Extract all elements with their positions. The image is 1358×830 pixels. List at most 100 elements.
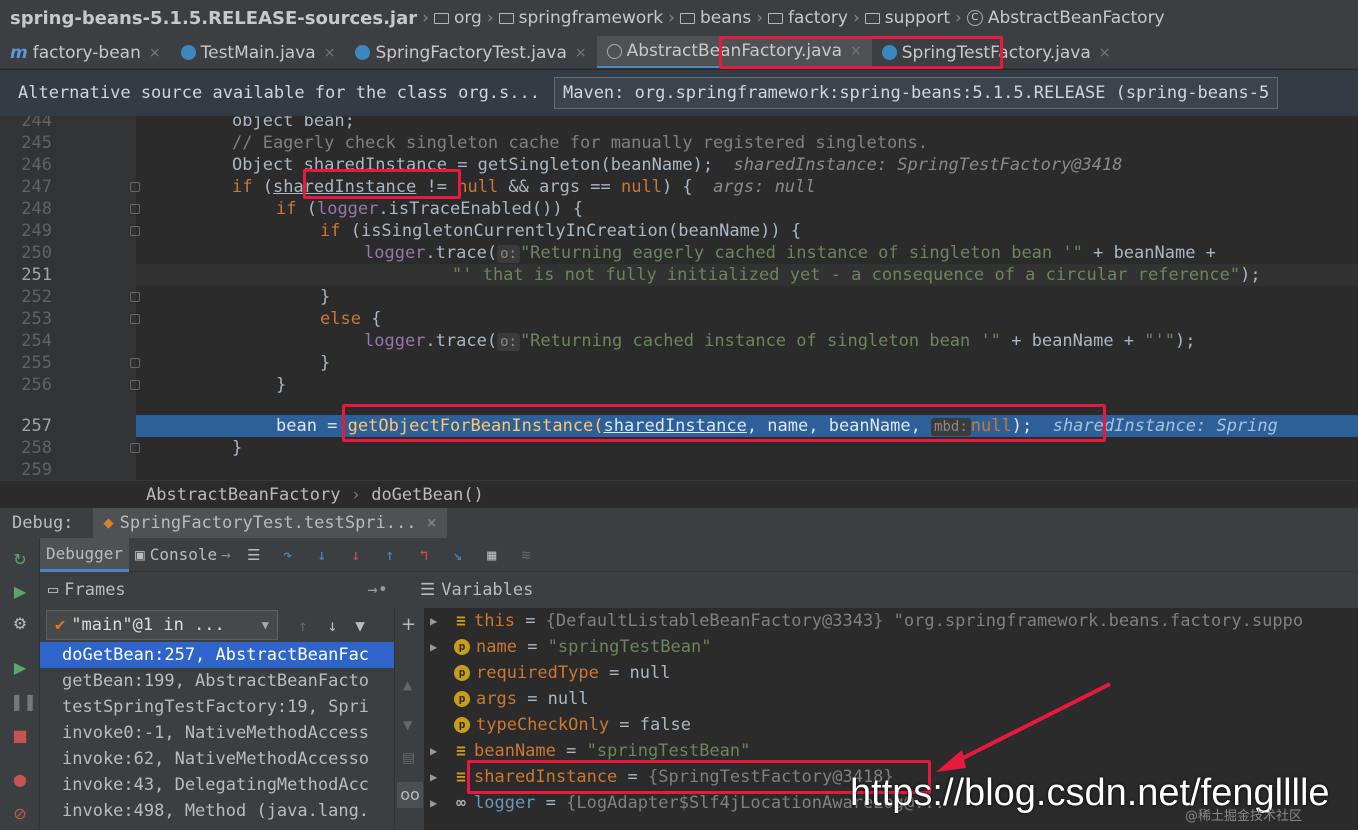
frame-item[interactable]: invoke:498, Method (java.lang.	[40, 798, 394, 824]
class-icon	[355, 45, 371, 60]
fold-icon[interactable]	[130, 358, 140, 368]
fold-icon[interactable]	[130, 292, 140, 302]
breadcrumb-class[interactable]: C AbstractBeanFactory	[966, 8, 1165, 28]
editor-tabs: m factory-bean × TestMain.java × SpringFact…	[0, 36, 1358, 69]
abstract-class-icon: C	[966, 10, 983, 26]
fold-icon[interactable]	[130, 204, 140, 214]
tab-factory-bean[interactable]: m factory-bean ×	[0, 36, 171, 68]
fold-icon[interactable]	[130, 380, 140, 390]
add-watch-icon[interactable]: +	[401, 614, 416, 635]
close-icon[interactable]: ×	[575, 45, 587, 61]
code-line: 248 if (logger.isTraceEnabled()) {	[21, 199, 584, 219]
parameter-icon: p	[454, 639, 470, 655]
fold-icon[interactable]	[130, 443, 140, 453]
annotation-box	[719, 36, 1003, 69]
parameter-icon: p	[454, 665, 470, 681]
breadcrumb-springframework[interactable]: springframework	[498, 8, 663, 28]
close-icon[interactable]: ×	[426, 513, 436, 533]
force-step-into-icon[interactable]: ↓	[345, 544, 367, 566]
view-breakpoints-icon[interactable]: ●	[10, 770, 30, 790]
pin-icon[interactable]: →•	[368, 580, 388, 600]
stop-icon[interactable]: ■	[10, 726, 30, 746]
frame-item[interactable]: testSpringTestFactory:19, Spri	[40, 694, 394, 720]
fold-icon[interactable]	[130, 182, 140, 192]
console-icon: ▣	[135, 545, 145, 564]
fold-icon[interactable]	[130, 226, 140, 236]
pin-icon: →	[221, 545, 231, 564]
copy-icon[interactable]: ▤	[402, 750, 415, 766]
field-icon: ≡	[456, 767, 466, 786]
folder-icon	[433, 12, 449, 24]
variable-row[interactable]: p args = null	[454, 686, 589, 712]
frame-item[interactable]: getBean:199, AbstractBeanFacto	[40, 668, 394, 694]
frames-icon: ▭	[48, 580, 59, 600]
rerun-icon[interactable]: ↻	[10, 550, 30, 570]
close-icon[interactable]: ×	[324, 45, 336, 61]
filter-icon[interactable]: ▼	[355, 616, 365, 635]
frame-item[interactable]: invoke:62, NativeMethodAccesso	[40, 746, 394, 772]
evaluate-expression-icon[interactable]: ▦	[481, 544, 503, 566]
code-line: 250 logger.trace(o: "Returning eagerly cac…	[21, 243, 1216, 263]
code-line: 255}	[21, 353, 331, 373]
variable-row[interactable]: ▶ p name = "springTestBean"	[430, 634, 711, 660]
next-frame-icon[interactable]: ↓	[328, 616, 338, 635]
menu-icon[interactable]: ☰	[243, 544, 265, 566]
source-select[interactable]: Maven: org.springframework:spring-beans:…	[553, 77, 1279, 109]
code-line: 254 logger.trace(o: "Returning cached inst…	[21, 331, 1196, 351]
tab-springfactorytest[interactable]: SpringFactoryTest.java ×	[345, 36, 596, 68]
code-line: 252}	[21, 287, 331, 307]
tab-testmain[interactable]: TestMain.java ×	[171, 36, 346, 68]
variable-row[interactable]: p requiredType = null	[454, 660, 671, 686]
glasses-icon[interactable]: oo	[397, 782, 423, 808]
thread-select[interactable]: ✔ "main"@1 in ... ▼	[46, 610, 278, 640]
breadcrumb-separator: ›	[422, 8, 429, 28]
step-into-icon[interactable]: ↓	[311, 544, 333, 566]
tab-debugger[interactable]: Debugger	[40, 537, 130, 572]
frame-item[interactable]: invoke0:-1, NativeMethodAccess	[40, 720, 394, 746]
breadcrumb-beans[interactable]: beans	[679, 8, 751, 28]
move-down-icon[interactable]: ▼	[403, 718, 412, 732]
folder-icon	[864, 12, 880, 24]
pause-icon[interactable]: ❚❚	[10, 692, 37, 712]
variables-side-toolbar: + ▲ ▼ ▤ oo	[394, 608, 424, 830]
breadcrumb-support[interactable]: support	[864, 8, 950, 28]
move-up-icon[interactable]: ▲	[403, 678, 412, 692]
breadcrumb-factory[interactable]: factory	[768, 8, 848, 28]
editor-breadcrumb: AbstractBeanFactory › doGetBean()	[0, 480, 1358, 508]
debug-session-tab[interactable]: ◆ SpringFactoryTest.testSpri... ×	[93, 508, 447, 538]
folder-icon	[679, 12, 695, 24]
nav-method[interactable]: doGetBean()	[371, 485, 484, 505]
variable-row[interactable]: ▶ ≡ this = {DefaultListableBeanFactory@334…	[430, 608, 1303, 634]
variables-icon: ☰	[420, 580, 436, 600]
close-icon[interactable]: ×	[1099, 45, 1111, 61]
mute-breakpoints-icon[interactable]: ⊘	[10, 804, 30, 824]
frames-header: ▭ Frames →•	[48, 580, 388, 600]
tab-console[interactable]: ▣ Console →	[129, 538, 237, 572]
code-line: 245// Eagerly check singleton cache for …	[21, 133, 928, 153]
step-over-icon[interactable]: ↷	[277, 544, 299, 566]
settings-icon[interactable]: ⚙	[10, 614, 30, 634]
resume-program-icon[interactable]: ▶	[10, 658, 30, 678]
frames-panel: ▭ Frames →• ✔ "main"@1 in ... ▼ ↑ ↓ ▼ do…	[40, 572, 394, 830]
code-line: 253 else {	[21, 309, 382, 329]
variable-row[interactable]: p typeCheckOnly = false	[454, 712, 691, 738]
variables-header: ☰ Variables	[394, 572, 1358, 608]
step-out-icon[interactable]: ↑	[379, 544, 401, 566]
trace-icon[interactable]: ≋	[515, 544, 537, 566]
nav-class[interactable]: AbstractBeanFactory	[146, 485, 340, 505]
breadcrumb-org[interactable]: org	[433, 8, 482, 28]
frame-item[interactable]: invoke:43, DelegatingMethodAcc	[40, 772, 394, 798]
fold-icon[interactable]	[130, 314, 140, 324]
code-line: 249 if (isSingletonCurrentlyInCreation(be…	[21, 221, 802, 241]
breadcrumb-jar[interactable]: spring-beans-5.1.5.RELEASE-sources.jar	[10, 8, 417, 29]
field-icon: ≡	[456, 741, 466, 760]
close-icon[interactable]: ×	[149, 45, 161, 61]
frame-item[interactable]: doGetBean:257, AbstractBeanFac	[40, 642, 394, 668]
breadcrumb-separator: ›	[955, 8, 962, 28]
resume-icon[interactable]: ▶	[10, 582, 30, 602]
run-to-cursor-icon[interactable]: ↘	[447, 544, 469, 566]
drop-frame-icon[interactable]: ↰	[413, 544, 435, 566]
annotation-box	[342, 404, 1106, 442]
debug-label: Debug:	[12, 513, 74, 533]
previous-frame-icon[interactable]: ↑	[298, 616, 308, 635]
